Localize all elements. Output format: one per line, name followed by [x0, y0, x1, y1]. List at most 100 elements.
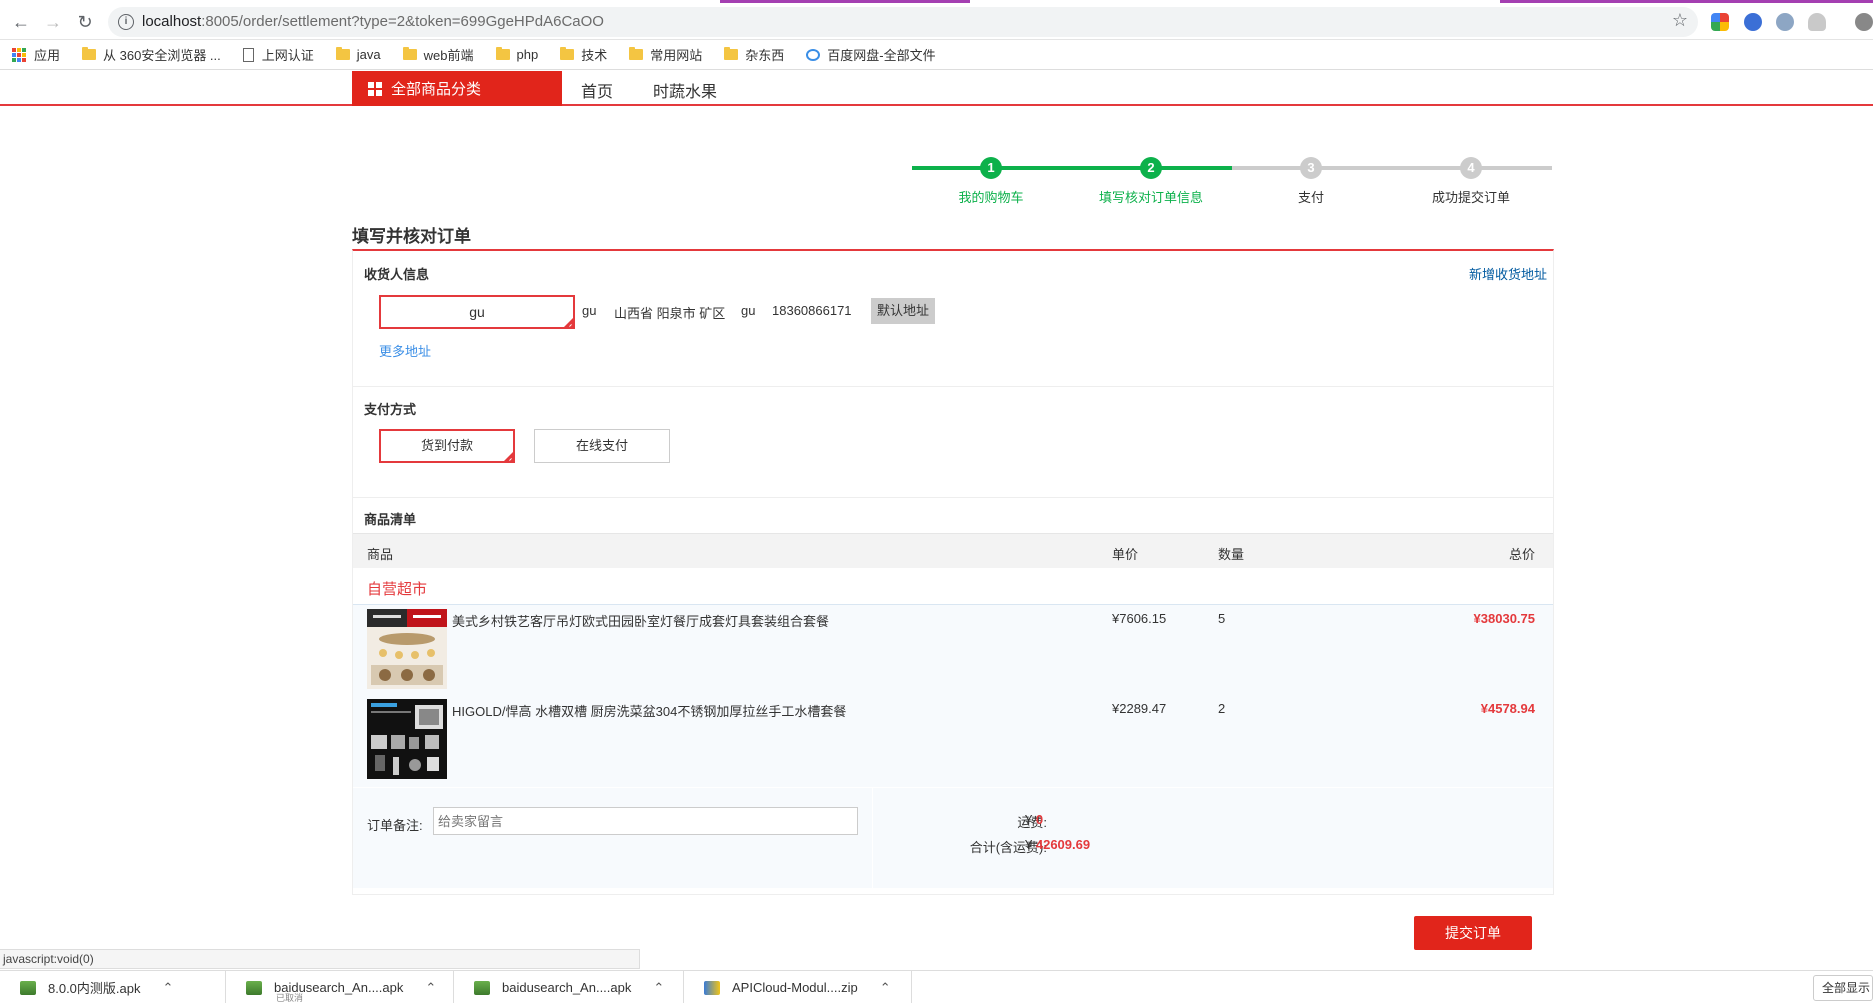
shop-name: 自营超市 [367, 581, 428, 598]
step-1-dot: 1 [980, 157, 1002, 179]
bookmark-folder-sites[interactable]: 常用网站 [629, 45, 702, 64]
consignee-phone: 18360866171 [772, 303, 852, 318]
remark-label: 订单备注: [367, 818, 423, 833]
bookmark-folder-java[interactable]: java [335, 47, 381, 62]
extension-umbrella-icon[interactable] [1808, 13, 1826, 31]
shop-row: 自营超市 [353, 568, 1553, 605]
folder-icon [402, 47, 417, 60]
product-qty: 5 [1218, 611, 1226, 626]
add-address-link[interactable]: 新增收货地址 [1469, 264, 1547, 283]
apk-file-icon [246, 980, 262, 995]
chevron-up-icon[interactable]: ⌃ [425, 980, 436, 996]
step-4-dot: 4 [1460, 157, 1482, 179]
shipping-fee-value: ¥ 0 [1025, 812, 1044, 827]
product-name[interactable]: 美式乡村铁艺客厅吊灯欧式田园卧室灯餐厅成套灯具套装组合套餐 [452, 611, 829, 630]
url-text[interactable]: localhost:8005/order/settlement?type=2&t… [142, 13, 604, 30]
bookmark-folder-misc[interactable]: 杂东西 [724, 45, 784, 64]
folder-icon [335, 47, 350, 60]
folder-icon [560, 47, 575, 60]
submit-order-button[interactable]: 提交订单 [1414, 916, 1532, 950]
back-icon[interactable]: ← [8, 9, 34, 35]
extension-blue-icon[interactable] [1744, 13, 1762, 31]
chevron-up-icon[interactable]: ⌃ [653, 980, 664, 996]
download-item[interactable]: baidusearch_An....apk ⌃ [226, 971, 454, 1003]
consignee-section-title: 收货人信息 [364, 267, 430, 282]
step-line-todo [1232, 166, 1552, 170]
list-item: 美式乡村铁艺客厅吊灯欧式田园卧室灯餐厅成套灯具套装组合套餐 ¥7606.15 5… [353, 605, 1553, 695]
selected-check-icon [564, 318, 573, 327]
product-name[interactable]: HIGOLD/悍高 水槽双槽 厨房洗菜盆304不锈钢加厚拉丝手工水槽套餐 [452, 701, 846, 720]
product-price: ¥2289.47 [1112, 701, 1167, 716]
step-2-dot: 2 [1140, 157, 1162, 179]
all-categories-button[interactable]: 全部商品分类 [352, 71, 562, 106]
chevron-up-icon[interactable]: ⌃ [163, 980, 174, 996]
site-info-icon[interactable]: i [118, 14, 134, 30]
header-product: 商品 [367, 547, 394, 562]
product-total: ¥4578.94 [1480, 701, 1535, 716]
selected-check-icon [504, 452, 513, 461]
remark-panel: 订单备注: [353, 788, 873, 888]
product-qty: 2 [1218, 701, 1226, 716]
goods-table-header: 商品 单价 数量 总价 [353, 533, 1553, 568]
order-progress-stepper: 1 我的购物车 2 填写核对订单信息 3 支付 4 成功提交订单 [912, 155, 1552, 205]
bookmark-folder-tech[interactable]: 技术 [560, 45, 607, 64]
order-form: 收货人信息 新增收货地址 gu gu 山西省 阳泉市 矿区 gu 1836086… [352, 249, 1554, 895]
folder-icon [495, 47, 510, 60]
site-navigation: 全部商品分类 首页 时蔬水果 [0, 71, 1873, 106]
default-address-badge: 默认地址 [871, 298, 936, 324]
apps-grid-icon [12, 47, 26, 62]
selected-address-button[interactable]: gu [379, 295, 575, 329]
bookmarks-bar: 应用 从 360安全浏览器 ... 上网认证 java web前端 php 技术… [0, 40, 1873, 70]
consignee-name: gu [582, 303, 597, 318]
goods-section-title: 商品清单 [364, 512, 417, 527]
extension-feather-icon[interactable] [1776, 13, 1794, 31]
bookmark-folder-php[interactable]: php [495, 47, 538, 62]
apk-file-icon [20, 980, 36, 995]
extension-color-icon[interactable] [1711, 13, 1729, 31]
payment-option-online[interactable]: 在线支付 [534, 429, 670, 463]
category-grid-icon [368, 81, 382, 96]
forward-icon[interactable]: → [40, 9, 66, 35]
bookmark-login[interactable]: 上网认证 [242, 45, 314, 64]
header-qty: 数量 [1218, 547, 1245, 562]
download-item[interactable]: APICloud-Modul....zip ⌃ [684, 971, 912, 1003]
folder-icon [82, 47, 97, 60]
remark-input[interactable] [433, 807, 858, 835]
download-status: 已取消 [276, 993, 304, 1003]
bookmark-folder-web[interactable]: web前端 [402, 45, 474, 64]
profile-avatar[interactable] [1855, 13, 1873, 31]
nav-link-fruits[interactable]: 时蔬水果 [653, 78, 717, 102]
cloud-icon [806, 48, 821, 61]
reload-icon[interactable]: ↻ [72, 9, 98, 35]
product-thumbnail-sink[interactable] [367, 699, 447, 779]
consignee-region: 山西省 阳泉市 矿区 [614, 306, 726, 321]
folder-icon [629, 47, 644, 60]
bookmark-star-icon[interactable]: ☆ [1672, 10, 1688, 31]
list-item: HIGOLD/悍高 水槽双槽 厨房洗菜盆304不锈钢加厚拉丝手工水槽套餐 ¥22… [353, 695, 1553, 785]
nav-link-home[interactable]: 首页 [581, 78, 613, 102]
show-all-downloads-button[interactable]: 全部显示 [1813, 975, 1873, 1001]
goods-list: 美式乡村铁艺客厅吊灯欧式田园卧室灯餐厅成套灯具套装组合套餐 ¥7606.15 5… [353, 605, 1553, 787]
step-4-label: 成功提交订单 [1431, 190, 1510, 205]
page-title: 填写并核对订单 [352, 227, 471, 246]
bookmark-apps[interactable]: 应用 [12, 45, 60, 64]
step-2-label: 填写核对订单信息 [1098, 190, 1203, 205]
product-thumbnail-lamp[interactable] [367, 609, 447, 689]
shipping-value: 0 [1035, 812, 1044, 827]
bookmark-folder-360[interactable]: 从 360安全浏览器 ... [82, 45, 221, 64]
download-item[interactable]: baidusearch_An....apk ⌃ [454, 971, 684, 1003]
payment-option-cod[interactable]: 货到付款 [379, 429, 515, 463]
apk-file-icon [474, 980, 490, 995]
folder-icon [724, 47, 739, 60]
payment-section-title: 支付方式 [364, 402, 417, 417]
bookmark-baidu-pan[interactable]: 百度网盘-全部文件 [806, 45, 936, 64]
address-bar[interactable]: i localhost:8005/order/settlement?type=2… [108, 7, 1698, 37]
order-total-value: ¥ 42609.69 [1025, 837, 1091, 852]
chevron-up-icon[interactable]: ⌃ [880, 980, 891, 996]
browser-toolbar: ← → ↻ i localhost:8005/order/settlement?… [0, 3, 1873, 40]
product-total: ¥38030.75 [1473, 611, 1535, 626]
step-3-label: 支付 [1297, 190, 1324, 205]
downloads-bar: 8.0.0内测版.apk ⌃ baidusearch_An....apk ⌃ b… [0, 970, 1873, 1003]
download-item[interactable]: 8.0.0内测版.apk ⌃ [0, 971, 226, 1003]
more-addresses-link[interactable]: 更多地址 [379, 341, 431, 360]
